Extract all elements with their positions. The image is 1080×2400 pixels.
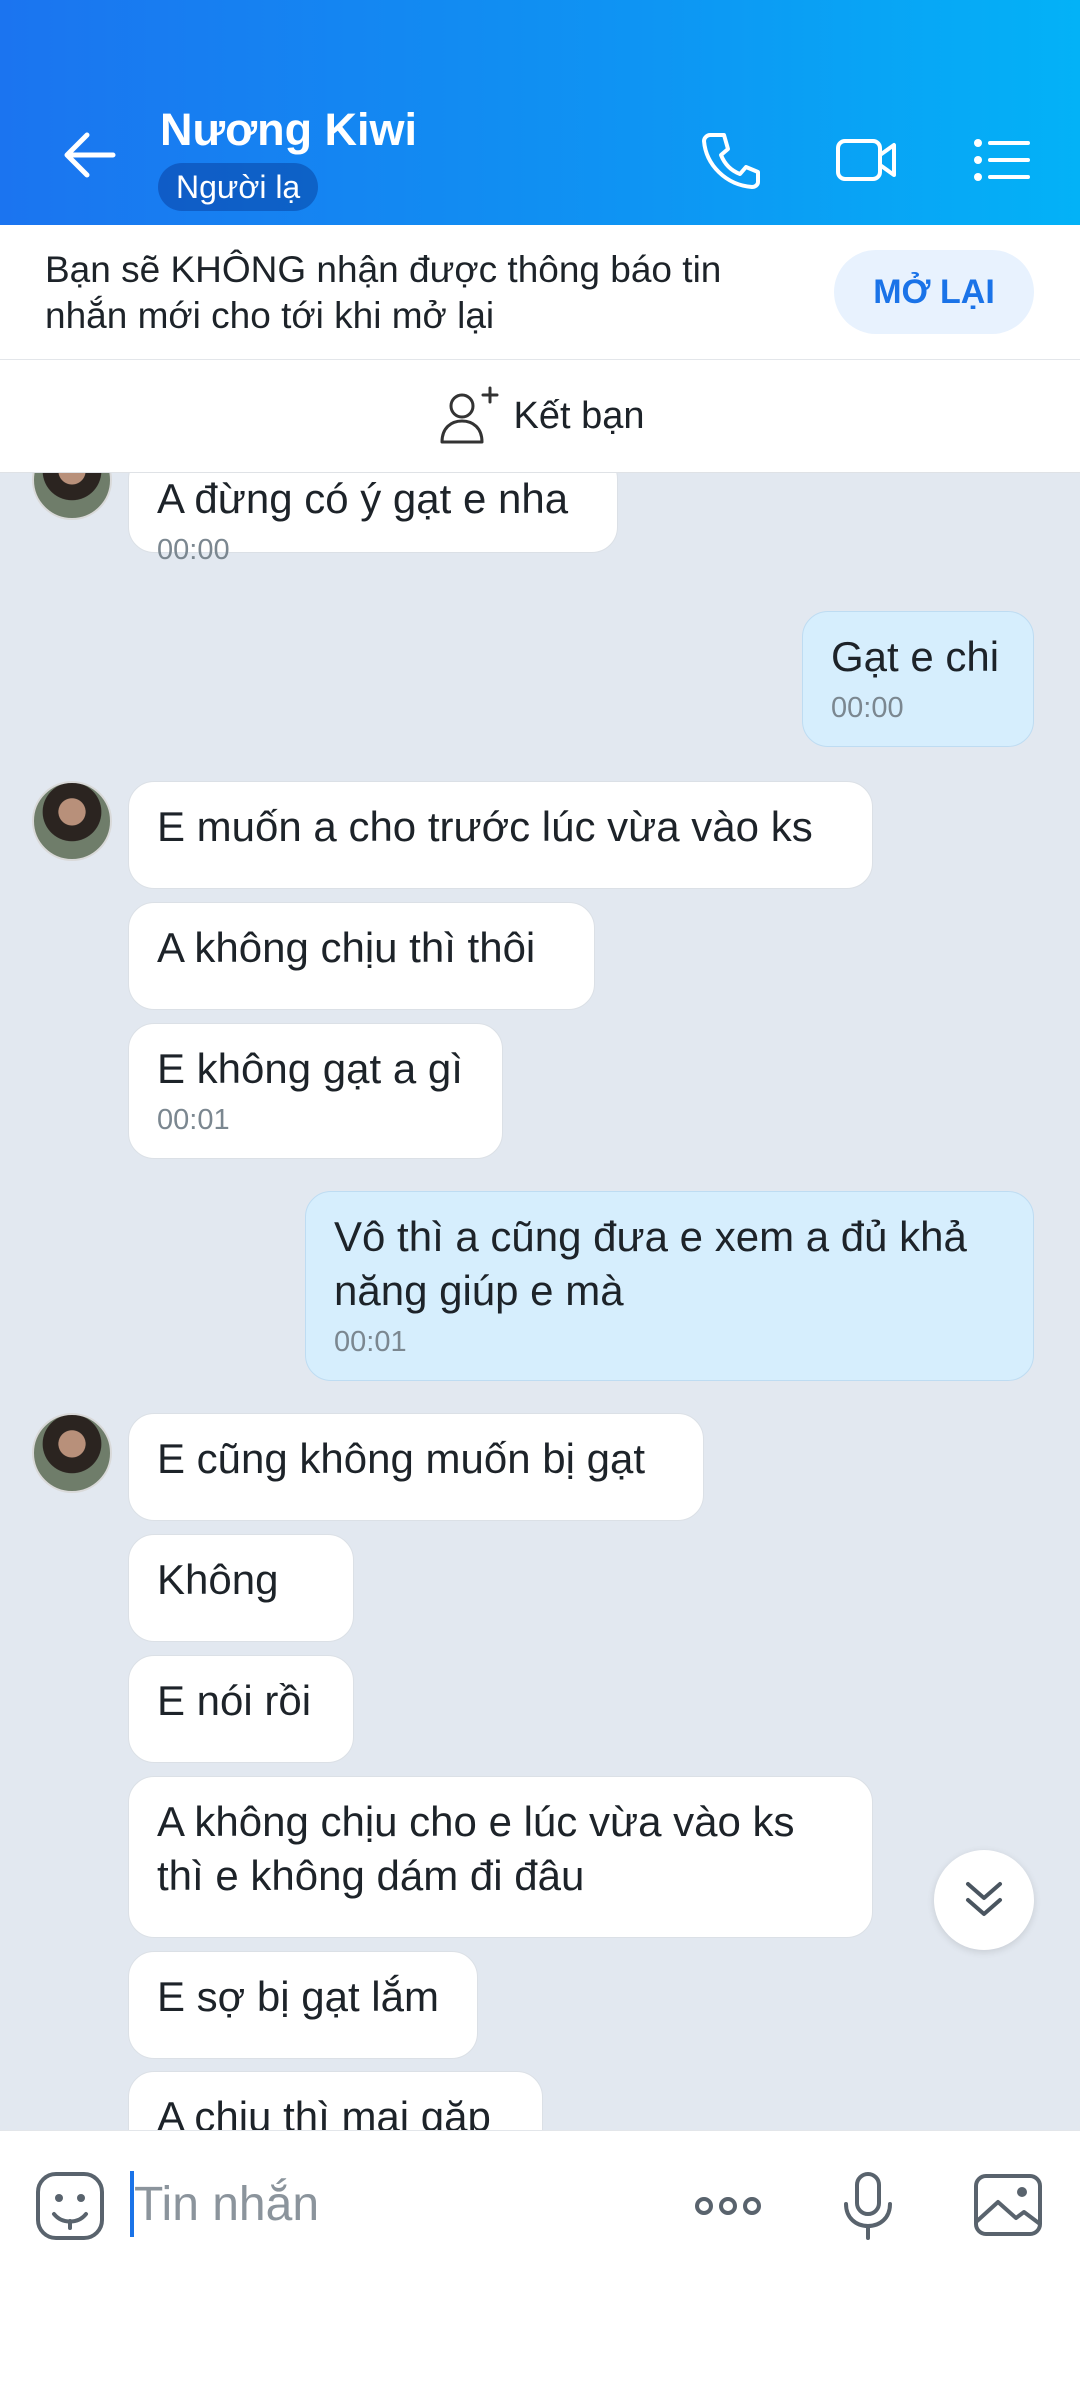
- message-bubble[interactable]: A đừng có ý gạt e nha 00:00: [128, 473, 618, 566]
- message-text: E sợ bị gạt lắm: [157, 1973, 439, 2020]
- scroll-to-bottom-button[interactable]: [934, 1850, 1034, 1950]
- more-dots-icon[interactable]: [688, 2166, 768, 2246]
- chat-header: Nương Kiwi Người lạ: [0, 0, 1080, 225]
- stranger-badge: Người lạ: [158, 163, 319, 211]
- message-bubble[interactable]: E sợ bị gạt lắm: [128, 1951, 478, 2059]
- message-list[interactable]: A đừng có ý gạt e nha 00:00 Gạt e chi 00…: [0, 473, 1080, 2130]
- contact-name[interactable]: Nương Kiwi: [160, 104, 417, 156]
- message-text: Gạt e chi: [831, 633, 1000, 680]
- message-bubble[interactable]: E không gạt a gì 00:01: [128, 1023, 503, 1159]
- message-bubble[interactable]: A không chịu cho e lúc vừa vào ks thì e …: [128, 1776, 873, 1938]
- add-friend-button[interactable]: Kết bạn: [0, 361, 1080, 473]
- message-text: A đừng có ý gạt e nha: [157, 475, 569, 522]
- message-text: E không gạt a gì: [157, 1045, 463, 1092]
- image-icon[interactable]: [968, 2166, 1048, 2246]
- message-composer: Tin nhắn: [0, 2130, 1080, 2400]
- message-bubble[interactable]: A không chịu thì thôi: [128, 902, 595, 1010]
- message-time: 00:01: [334, 1326, 407, 1358]
- message-bubble[interactable]: E nói rồi: [128, 1655, 354, 1763]
- message-input[interactable]: Tin nhắn: [134, 2177, 319, 2232]
- avatar[interactable]: [32, 781, 112, 861]
- mute-notice-bar: Bạn sẽ KHÔNG nhận được thông báo tin nhắ…: [0, 225, 1080, 360]
- menu-list-icon[interactable]: [966, 125, 1036, 195]
- microphone-icon[interactable]: [828, 2166, 908, 2246]
- message-bubble[interactable]: E muốn a cho trước lúc vừa vào ks: [128, 781, 873, 889]
- message-bubble[interactable]: Gạt e chi 00:00: [802, 611, 1034, 747]
- chevron-double-down-icon: [966, 1882, 1002, 1916]
- message-bubble[interactable]: E cũng không muốn bị gạt: [128, 1413, 704, 1521]
- avatar[interactable]: [32, 1413, 112, 1493]
- message-bubble[interactable]: Vô thì a cũng đưa e xem a đủ khả năng gi…: [305, 1191, 1034, 1381]
- message-bubble[interactable]: Không: [128, 1534, 354, 1642]
- message-text: Không: [157, 1556, 279, 1603]
- message-text: Vô thì a cũng đưa e xem a đủ khả năng gi…: [334, 1213, 979, 1314]
- phone-icon[interactable]: [696, 125, 766, 195]
- message-text: A không chịu thì thôi: [157, 924, 536, 971]
- add-friend-label: Kết bạn: [513, 395, 645, 437]
- message-text: A chịu thì mai gặp: [157, 2093, 491, 2130]
- avatar[interactable]: [32, 473, 112, 520]
- reopen-notifications-button[interactable]: MỞ LẠI: [834, 250, 1034, 334]
- message-time: 00:00: [157, 534, 230, 566]
- video-call-icon[interactable]: [830, 125, 900, 195]
- message-text: E muốn a cho trước lúc vừa vào ks: [157, 803, 813, 850]
- message-time: 00:01: [157, 1104, 230, 1136]
- mute-notice-text: Bạn sẽ KHÔNG nhận được thông báo tin nhắ…: [45, 249, 722, 336]
- message-bubble[interactable]: A chịu thì mai gặp: [128, 2071, 543, 2130]
- message-text: E nói rồi: [157, 1677, 312, 1724]
- message-text: A không chịu cho e lúc vừa vào ks thì e …: [157, 1798, 807, 1899]
- add-friend-icon: [440, 386, 498, 443]
- message-time: 00:00: [831, 692, 904, 724]
- emoji-icon[interactable]: [30, 2166, 110, 2246]
- back-arrow-icon[interactable]: [55, 120, 125, 190]
- message-text: E cũng không muốn bị gạt: [157, 1435, 646, 1482]
